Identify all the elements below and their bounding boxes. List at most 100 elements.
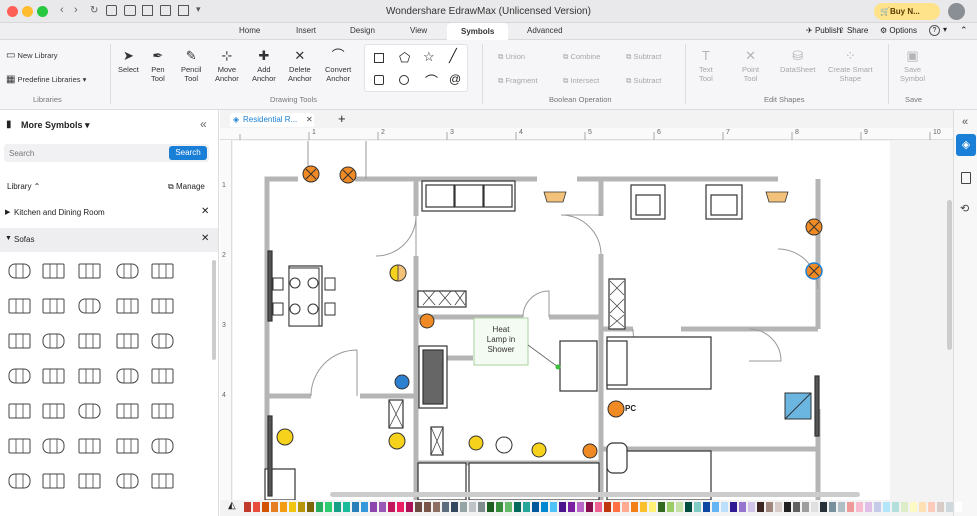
line-icon[interactable]: ╱ bbox=[449, 48, 457, 64]
datasheet-button[interactable]: ⛁ DataSheet bbox=[780, 48, 815, 74]
color-swatch[interactable] bbox=[379, 502, 386, 512]
color-swatch[interactable] bbox=[739, 502, 746, 512]
color-swatch[interactable] bbox=[451, 502, 458, 512]
color-swatch[interactable] bbox=[874, 502, 881, 512]
color-swatch[interactable] bbox=[802, 502, 809, 512]
delete-anchor-button[interactable]: ✕ Delete Anchor bbox=[288, 48, 312, 83]
tab-view[interactable]: View bbox=[410, 26, 427, 35]
color-swatch[interactable] bbox=[865, 502, 872, 512]
sofa-symbol[interactable] bbox=[114, 435, 141, 457]
color-swatch[interactable] bbox=[433, 502, 440, 512]
buy-button[interactable]: 🛒 Buy N... bbox=[874, 3, 940, 20]
color-swatch[interactable] bbox=[730, 502, 737, 512]
color-swatch[interactable] bbox=[712, 502, 719, 512]
fill-bucket-icon[interactable]: ◭ bbox=[228, 500, 236, 511]
color-swatch[interactable] bbox=[280, 502, 287, 512]
color-swatch[interactable] bbox=[658, 502, 665, 512]
spiral-icon[interactable]: @ bbox=[449, 72, 461, 86]
sofa-symbol[interactable] bbox=[6, 260, 33, 282]
color-swatch[interactable] bbox=[847, 502, 854, 512]
color-swatch[interactable] bbox=[352, 502, 359, 512]
sofa-symbol[interactable] bbox=[76, 470, 103, 492]
sofa-symbol[interactable] bbox=[40, 470, 67, 492]
star-icon[interactable]: ☆ bbox=[423, 49, 435, 65]
color-swatch[interactable] bbox=[838, 502, 845, 512]
color-swatch[interactable] bbox=[289, 502, 296, 512]
rounded-rectangle-icon[interactable] bbox=[374, 75, 384, 85]
color-swatch[interactable] bbox=[370, 502, 377, 512]
sofa-symbol[interactable] bbox=[40, 435, 67, 457]
callout-text[interactable]: Heat Lamp in Shower bbox=[476, 325, 526, 355]
color-swatch[interactable] bbox=[532, 502, 539, 512]
sofa-symbol[interactable] bbox=[6, 295, 33, 317]
sofa-symbol[interactable] bbox=[149, 435, 176, 457]
color-swatch[interactable] bbox=[820, 502, 827, 512]
color-swatch[interactable] bbox=[316, 502, 323, 512]
select-tool-button[interactable]: ➤ Select bbox=[118, 48, 139, 74]
color-swatch[interactable] bbox=[523, 502, 530, 512]
color-swatch[interactable] bbox=[955, 502, 962, 512]
color-swatch[interactable] bbox=[721, 502, 728, 512]
color-swatch[interactable] bbox=[496, 502, 503, 512]
tab-insert[interactable]: Insert bbox=[296, 26, 316, 35]
color-swatch[interactable] bbox=[649, 502, 656, 512]
scrollbar[interactable] bbox=[212, 260, 216, 360]
color-swatch[interactable] bbox=[685, 502, 692, 512]
collapse-ribbon-icon[interactable]: ⌃ bbox=[960, 25, 968, 36]
color-swatch[interactable] bbox=[883, 502, 890, 512]
color-swatch[interactable] bbox=[244, 502, 251, 512]
color-swatch[interactable] bbox=[928, 502, 935, 512]
color-swatch[interactable] bbox=[325, 502, 332, 512]
point-tool-button[interactable]: ✕ Point Tool bbox=[742, 48, 759, 83]
union-button[interactable]: ⧉ Union bbox=[498, 52, 525, 61]
sofa-symbol[interactable] bbox=[40, 400, 67, 422]
color-swatch[interactable] bbox=[514, 502, 521, 512]
horizontal-scrollbar[interactable] bbox=[330, 492, 860, 497]
color-swatch[interactable] bbox=[775, 502, 782, 512]
color-swatch[interactable] bbox=[298, 502, 305, 512]
document-tab[interactable]: ◈ Residential R... ✕ bbox=[230, 113, 314, 127]
sofa-symbol[interactable] bbox=[6, 330, 33, 352]
color-swatch[interactable] bbox=[505, 502, 512, 512]
color-swatch[interactable] bbox=[829, 502, 836, 512]
text-tool-button[interactable]: T Text Tool bbox=[699, 48, 713, 83]
add-anchor-button[interactable]: ✚ Add Anchor bbox=[252, 48, 276, 83]
sofa-symbol[interactable] bbox=[114, 470, 141, 492]
vertical-scrollbar[interactable] bbox=[947, 200, 952, 350]
search-input[interactable] bbox=[4, 144, 166, 162]
sofa-symbol[interactable] bbox=[76, 295, 103, 317]
sofa-symbol[interactable] bbox=[76, 435, 103, 457]
color-swatch[interactable] bbox=[550, 502, 557, 512]
color-swatch[interactable] bbox=[667, 502, 674, 512]
color-swatch[interactable] bbox=[271, 502, 278, 512]
category-sofas[interactable]: ▼ Sofas ✕ bbox=[0, 228, 218, 252]
fill-style-icon[interactable]: ◈ bbox=[956, 134, 976, 156]
color-swatch[interactable] bbox=[892, 502, 899, 512]
combine-button[interactable]: ⧉ Combine bbox=[563, 52, 600, 61]
sofa-symbol[interactable] bbox=[149, 470, 176, 492]
floor-plan[interactable] bbox=[233, 141, 890, 500]
save-symbol-button[interactable]: ▣ Save Symbol bbox=[900, 48, 925, 83]
sofa-symbol[interactable] bbox=[114, 330, 141, 352]
color-swatch[interactable] bbox=[586, 502, 593, 512]
sofa-symbol[interactable] bbox=[6, 400, 33, 422]
color-swatch[interactable] bbox=[253, 502, 260, 512]
color-swatch[interactable] bbox=[613, 502, 620, 512]
fragment-button[interactable]: ⧉ Fragment bbox=[498, 76, 538, 85]
color-swatch[interactable] bbox=[262, 502, 269, 512]
drawing-page[interactable]: Heat Lamp in Shower PC bbox=[233, 141, 890, 500]
sofa-symbol[interactable] bbox=[76, 330, 103, 352]
sofa-symbol[interactable] bbox=[114, 260, 141, 282]
color-swatch[interactable] bbox=[910, 502, 917, 512]
sofa-symbol[interactable] bbox=[114, 400, 141, 422]
color-swatch[interactable] bbox=[559, 502, 566, 512]
sofa-symbol[interactable] bbox=[149, 260, 176, 282]
tab-symbols[interactable]: Symbols bbox=[447, 23, 509, 40]
sofa-symbol[interactable] bbox=[40, 260, 67, 282]
color-swatch[interactable] bbox=[424, 502, 431, 512]
color-swatch[interactable] bbox=[946, 502, 953, 512]
close-icon[interactable]: ✕ bbox=[306, 113, 313, 127]
color-swatch[interactable] bbox=[757, 502, 764, 512]
color-swatch[interactable] bbox=[568, 502, 575, 512]
category-kitchen[interactable]: ▶ Kitchen and Dining Room ✕ bbox=[0, 202, 218, 224]
